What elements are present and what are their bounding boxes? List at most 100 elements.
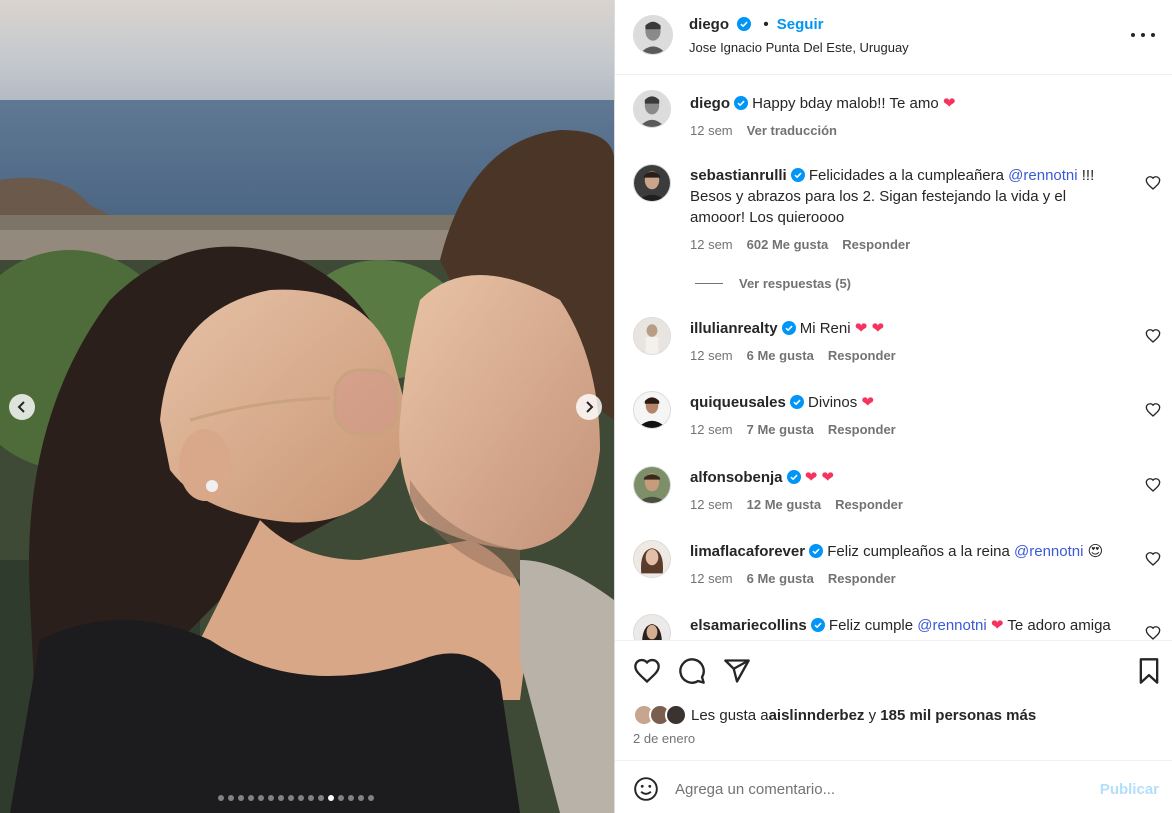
comment-text: illulianrealty Mi Reni ❤ ❤ xyxy=(690,318,1120,339)
avatar[interactable] xyxy=(633,466,671,504)
avatar[interactable] xyxy=(633,90,671,128)
likes-count-link[interactable]: 185 mil personas más xyxy=(880,707,1036,724)
verified-badge-icon xyxy=(790,168,805,182)
previous-slide-button[interactable] xyxy=(9,394,35,420)
view-replies-button[interactable]: Ver respuestas (5) xyxy=(695,276,851,291)
comment-time[interactable]: 12 sem xyxy=(690,123,733,138)
carousel-dot xyxy=(348,795,354,801)
more-horizontal-icon xyxy=(1131,33,1135,37)
carousel-dot xyxy=(228,795,234,801)
reply-button[interactable]: Responder xyxy=(828,571,896,586)
comment-meta: 12 sem 6 Me gusta Responder xyxy=(690,571,896,586)
comment-likes[interactable]: 602 Me gusta xyxy=(747,237,829,252)
comment-input[interactable] xyxy=(675,773,1075,805)
profile-photo-icon xyxy=(634,615,670,640)
profile-photo-icon xyxy=(634,91,670,127)
save-bookmark-icon[interactable] xyxy=(1135,657,1163,685)
comment-username[interactable]: elsamariecollins xyxy=(690,617,807,634)
profile-photo-icon xyxy=(634,16,672,54)
comment-username[interactable]: quiqueusales xyxy=(690,394,786,411)
comment-likes[interactable]: 12 Me gusta xyxy=(747,497,821,512)
comment-meta: 12 sem Ver traducción xyxy=(690,123,837,138)
profile-photo-icon xyxy=(634,165,670,201)
chevron-right-icon xyxy=(586,401,594,413)
comment-likes[interactable]: 6 Me gusta xyxy=(747,348,814,363)
heart-emoji: ❤ xyxy=(942,95,956,112)
likes-middle: y xyxy=(864,706,881,724)
comment-text: quiqueusales Divinos ❤ xyxy=(690,392,1120,413)
like-comment-icon[interactable] xyxy=(1145,175,1161,191)
like-comment-icon[interactable] xyxy=(1145,477,1161,493)
verified-badge-icon xyxy=(786,470,801,484)
carousel-dot xyxy=(358,795,364,801)
share-icon[interactable] xyxy=(723,657,751,685)
comment-time[interactable]: 12 sem xyxy=(690,348,733,363)
follow-button[interactable]: Seguir xyxy=(777,16,824,33)
location-link[interactable]: Jose Ignacio Punta Del Este, Uruguay xyxy=(689,40,909,55)
carousel-dot xyxy=(338,795,344,801)
profile-photo-icon xyxy=(634,392,670,428)
carousel-dot xyxy=(308,795,314,801)
verified-badge-icon xyxy=(809,544,824,558)
profile-photo-icon xyxy=(634,541,670,577)
avatar[interactable] xyxy=(633,317,671,355)
comments-list[interactable]: diego Happy bday malob!! Te amo ❤ 12 sem… xyxy=(615,76,1172,640)
like-post-icon[interactable] xyxy=(633,657,661,685)
comment-username[interactable]: sebastianrulli xyxy=(690,167,787,184)
avatar[interactable] xyxy=(633,540,671,578)
heart-emoji: ❤ ❤ xyxy=(804,469,834,486)
comment-icon[interactable] xyxy=(678,657,706,685)
verified-badge-icon xyxy=(781,321,796,335)
see-translation-button[interactable]: Ver traducción xyxy=(747,123,837,138)
carousel-dot xyxy=(318,795,324,801)
verified-badge-icon xyxy=(789,395,804,409)
emoji-picker-icon[interactable] xyxy=(633,776,659,802)
avatar[interactable] xyxy=(633,164,671,202)
next-slide-button[interactable] xyxy=(576,394,602,420)
avatar[interactable] xyxy=(633,614,671,640)
reply-button[interactable]: Responder xyxy=(828,348,896,363)
post-header: diego • Seguir Jose Ignacio Punta Del Es… xyxy=(615,0,1172,75)
like-comment-icon[interactable] xyxy=(1145,551,1161,567)
publish-button[interactable]: Publicar xyxy=(1100,781,1159,798)
reply-button[interactable]: Responder xyxy=(835,497,903,512)
post-date[interactable]: 2 de enero xyxy=(633,731,695,746)
comment-content: Mi Reni xyxy=(799,320,855,337)
more-options-button[interactable] xyxy=(1131,25,1155,45)
like-comment-icon[interactable] xyxy=(1145,625,1161,640)
avatar[interactable] xyxy=(633,15,673,55)
like-comment-icon[interactable] xyxy=(1145,328,1161,344)
comment-meta: 12 sem 7 Me gusta Responder xyxy=(690,422,896,437)
comment-username[interactable]: limaflacaforever xyxy=(690,543,805,560)
liker-avatars[interactable] xyxy=(633,704,691,726)
avatar[interactable] xyxy=(633,391,671,429)
comment-time[interactable]: 12 sem xyxy=(690,571,733,586)
comment-likes[interactable]: 7 Me gusta xyxy=(747,422,814,437)
mention-link[interactable]: @rennotni xyxy=(917,617,986,634)
comment-text: elsamariecollins Feliz cumple @rennotni … xyxy=(690,615,1120,636)
carousel-dot xyxy=(328,795,334,801)
carousel-dot xyxy=(248,795,254,801)
comment-likes[interactable]: 6 Me gusta xyxy=(747,571,814,586)
like-comment-icon[interactable] xyxy=(1145,402,1161,418)
reply-button[interactable]: Responder xyxy=(828,422,896,437)
carousel-dot xyxy=(288,795,294,801)
liker-username[interactable]: aislinnderbez xyxy=(769,707,865,724)
comment-username[interactable]: diego xyxy=(690,95,730,112)
comment-text: sebastianrulli Felicidades a la cumpleañ… xyxy=(690,165,1120,228)
comment-time[interactable]: 12 sem xyxy=(690,237,733,252)
chevron-left-icon xyxy=(17,401,25,413)
comment-username[interactable]: alfonsobenja xyxy=(690,469,783,486)
heart-emoji: ❤ xyxy=(990,617,1004,634)
comment-username[interactable]: illulianrealty xyxy=(690,320,778,337)
carousel-dot xyxy=(258,795,264,801)
post-author-username[interactable]: diego xyxy=(689,16,729,33)
comment-time[interactable]: 12 sem xyxy=(690,422,733,437)
reply-button[interactable]: Responder xyxy=(842,237,910,252)
post-photo[interactable] xyxy=(0,0,614,813)
add-comment-bar: Publicar xyxy=(615,760,1172,813)
post-actions: Les gusta a aislinnderbez y 185 mil pers… xyxy=(615,640,1172,760)
mention-link[interactable]: @rennotni xyxy=(1008,167,1077,184)
comment-time[interactable]: 12 sem xyxy=(690,497,733,512)
mention-link[interactable]: @rennotni xyxy=(1014,543,1083,560)
